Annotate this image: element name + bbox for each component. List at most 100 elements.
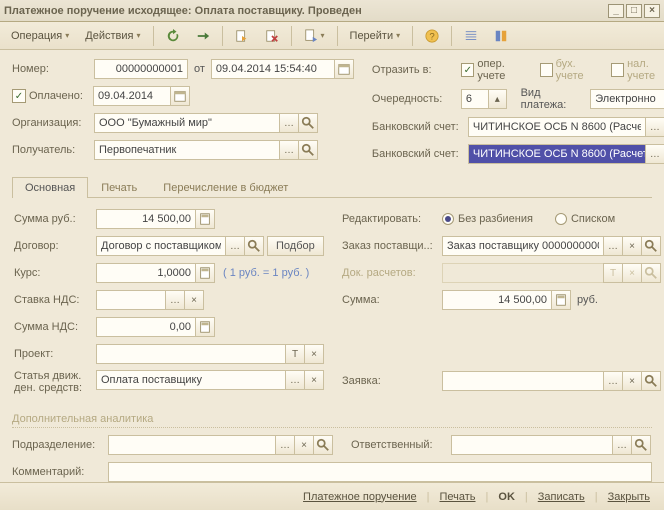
payment-type-field[interactable] xyxy=(590,89,664,109)
toolbar-refresh-button[interactable] xyxy=(159,25,187,47)
responsible-open-button[interactable] xyxy=(631,435,651,455)
cashflow-field[interactable] xyxy=(96,370,286,390)
edit-list-radio[interactable]: Списком xyxy=(555,213,615,225)
recipient-open-button[interactable] xyxy=(298,140,318,160)
comment-field[interactable] xyxy=(108,462,652,482)
tab-print[interactable]: Печать xyxy=(88,177,150,198)
sum-rub-label: Сумма руб.: xyxy=(14,213,96,225)
vat-rate-field[interactable] xyxy=(96,290,166,310)
contract-open-button[interactable] xyxy=(244,236,264,256)
responsible-field[interactable] xyxy=(451,435,613,455)
vat-sum-label: Сумма НДС: xyxy=(14,321,96,333)
request-select-button[interactable]: … xyxy=(603,371,623,391)
recipient-field[interactable] xyxy=(94,140,280,160)
maximize-button[interactable]: □ xyxy=(626,4,642,18)
reflect-nal-checkbox[interactable]: нал. учете xyxy=(611,58,664,82)
contract-select-button[interactable]: … xyxy=(225,236,245,256)
cashflow-select-button[interactable]: … xyxy=(285,370,305,390)
bank-account-1-select[interactable]: … xyxy=(645,117,664,137)
bank-account-1-field[interactable] xyxy=(468,117,646,137)
sum2-calc-button[interactable] xyxy=(551,290,571,310)
tab-main[interactable]: Основная xyxy=(12,177,88,198)
rate-field[interactable] xyxy=(96,263,196,283)
project-clear-button[interactable]: × xyxy=(304,344,324,364)
request-clear-button[interactable]: × xyxy=(622,371,642,391)
recipient-select-button[interactable]: … xyxy=(279,140,299,160)
rate-calc-button[interactable] xyxy=(195,263,215,283)
sum-rub-field[interactable] xyxy=(96,209,196,229)
sum-rub-calc-button[interactable] xyxy=(195,209,215,229)
paid-date-field[interactable] xyxy=(93,86,171,106)
priority-spinner[interactable]: ▴ xyxy=(488,89,507,109)
actions-label: Действия xyxy=(85,30,133,42)
request-field[interactable] xyxy=(442,371,604,391)
goto-label: Перейти xyxy=(350,30,394,42)
analytics-section-title: Дополнительная аналитика xyxy=(12,413,652,428)
bank-account-2-field[interactable]: ЧИТИНСКОЕ ОСБ N 8600 (Расчетны xyxy=(468,144,646,164)
footer-save-button[interactable]: Записать xyxy=(532,491,591,503)
toolbar-help-button[interactable]: ? xyxy=(418,25,446,47)
calendar-icon xyxy=(337,62,351,76)
bank-account-2-select[interactable]: … xyxy=(645,144,664,164)
reflect-buh-checkbox[interactable]: бух. учете xyxy=(540,58,603,82)
org-select-button[interactable]: … xyxy=(279,113,299,133)
operation-menu[interactable]: Операция▾ xyxy=(4,25,76,47)
department-select-button[interactable]: … xyxy=(275,435,295,455)
number-field[interactable] xyxy=(94,59,188,79)
toolbar-settings-button[interactable] xyxy=(487,25,515,47)
project-field[interactable] xyxy=(96,344,286,364)
toolbar-list-button[interactable] xyxy=(457,25,485,47)
footer-print[interactable]: Печать xyxy=(433,491,481,503)
magnifier-icon xyxy=(316,438,330,452)
responsible-select-button[interactable]: … xyxy=(612,435,632,455)
contract-field[interactable] xyxy=(96,236,226,256)
actions-menu[interactable]: Действия▾ xyxy=(78,25,147,47)
sum2-field[interactable] xyxy=(442,290,552,310)
magnifier-icon xyxy=(644,266,658,280)
org-open-button[interactable] xyxy=(298,113,318,133)
comment-label: Комментарий: xyxy=(12,466,108,478)
order-select-button[interactable]: … xyxy=(603,236,623,256)
calculator-icon xyxy=(198,320,212,334)
department-clear-button[interactable]: × xyxy=(294,435,314,455)
docres-clear-button: × xyxy=(622,263,642,283)
department-open-button[interactable] xyxy=(313,435,333,455)
footer-payment-order[interactable]: Платежное поручение xyxy=(297,491,423,503)
date-field[interactable] xyxy=(211,59,335,79)
paid-checkbox[interactable]: ✓ xyxy=(12,89,26,103)
tab-budget[interactable]: Перечисление в бюджет xyxy=(150,177,301,198)
vat-rate-label: Ставка НДС: xyxy=(14,294,96,306)
order-clear-button[interactable]: × xyxy=(622,236,642,256)
refresh-icon xyxy=(166,29,180,43)
vat-rate-clear-button[interactable]: × xyxy=(184,290,204,310)
edit-nobreak-radio[interactable]: Без разбиения xyxy=(442,213,533,225)
footer-ok-button[interactable]: OK xyxy=(492,491,521,503)
priority-field[interactable] xyxy=(461,89,489,109)
org-field[interactable] xyxy=(94,113,280,133)
toolbar-forward-button[interactable] xyxy=(189,25,217,47)
reflect-oper-checkbox[interactable]: ✓опер. учете xyxy=(461,58,531,82)
bank-account-2-label: Банковский счет: xyxy=(372,148,468,160)
goto-menu[interactable]: Перейти▾ xyxy=(343,25,408,47)
magnifier-icon xyxy=(301,143,315,157)
vat-sum-calc-button[interactable] xyxy=(195,317,215,337)
content-area: Номер: от ✓ Оплачено: Организация: … xyxy=(0,50,664,492)
toolbar-basis-button[interactable]: ▾ xyxy=(297,25,332,47)
project-type-button[interactable]: T xyxy=(285,344,305,364)
vat-sum-field[interactable] xyxy=(96,317,196,337)
calculator-icon xyxy=(198,266,212,280)
date-picker-button[interactable] xyxy=(334,59,354,79)
order-field[interactable] xyxy=(442,236,604,256)
minimize-button[interactable]: _ xyxy=(608,4,624,18)
vat-rate-select-button[interactable]: … xyxy=(165,290,185,310)
paid-date-picker-button[interactable] xyxy=(170,86,190,106)
request-open-button[interactable] xyxy=(641,371,661,391)
department-field[interactable] xyxy=(108,435,276,455)
toolbar-unpost-button[interactable] xyxy=(258,25,286,47)
order-open-button[interactable] xyxy=(641,236,661,256)
pick-button[interactable]: Подбор xyxy=(267,236,324,256)
close-button[interactable]: × xyxy=(644,4,660,18)
cashflow-clear-button[interactable]: × xyxy=(304,370,324,390)
footer-close-button[interactable]: Закрыть xyxy=(602,491,656,503)
toolbar-post-button[interactable] xyxy=(228,25,256,47)
